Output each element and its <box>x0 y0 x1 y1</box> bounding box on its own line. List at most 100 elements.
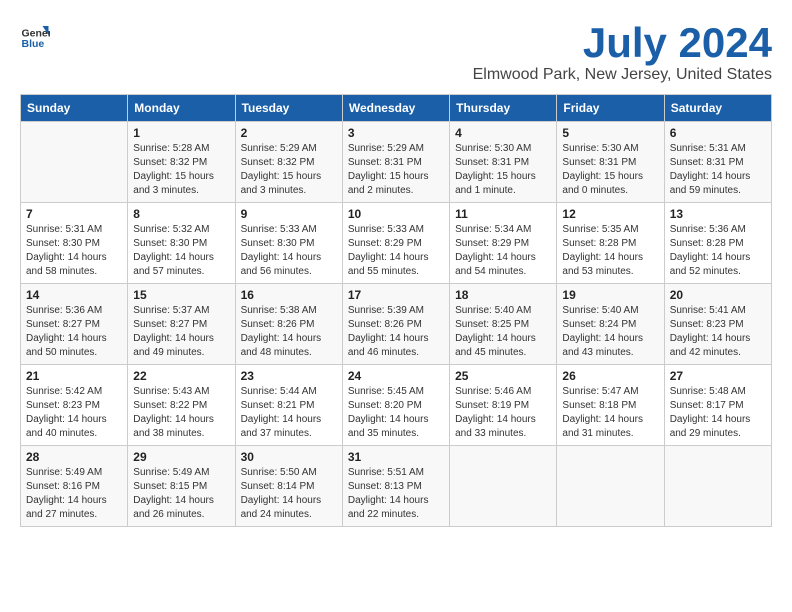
day-number: 6 <box>670 126 766 140</box>
day-info: Sunrise: 5:50 AM Sunset: 8:14 PM Dayligh… <box>241 466 337 522</box>
day-cell: 31Sunrise: 5:51 AM Sunset: 8:13 PM Dayli… <box>342 446 449 527</box>
day-info: Sunrise: 5:37 AM Sunset: 8:27 PM Dayligh… <box>133 304 229 360</box>
logo: General Blue <box>20 20 50 50</box>
day-info: Sunrise: 5:48 AM Sunset: 8:17 PM Dayligh… <box>670 385 766 441</box>
day-cell: 27 Sunrise: 5:48 AM Sunset: 8:17 PM Dayli… <box>664 365 771 446</box>
calendar-header-row: SundayMondayTuesdayWednesdayThursdayFrid… <box>21 95 772 122</box>
day-info: Sunrise: 5:51 AM Sunset: 8:13 PM Dayligh… <box>348 466 444 522</box>
day-cell: 23 Sunrise: 5:44 AM Sunset: 8:21 PM Dayli… <box>235 365 342 446</box>
week-row-1: 1 Sunrise: 5:28 AM Sunset: 8:32 PM Daylig… <box>21 122 772 203</box>
day-cell <box>21 122 128 203</box>
day-number: 25 <box>455 369 551 383</box>
day-cell <box>557 446 664 527</box>
week-row-4: 21Sunrise: 5:42 AM Sunset: 8:23 PM Dayli… <box>21 365 772 446</box>
day-info: Sunrise: 5:30 AM Sunset: 8:31 PM Dayligh… <box>562 142 658 198</box>
day-info: Sunrise: 5:34 AM Sunset: 8:29 PM Dayligh… <box>455 223 551 279</box>
day-info: Sunrise: 5:29 AM Sunset: 8:31 PM Dayligh… <box>348 142 444 198</box>
month-title: July 2024 <box>473 20 772 66</box>
day-info: Sunrise: 5:35 AM Sunset: 8:28 PM Dayligh… <box>562 223 658 279</box>
day-info: Sunrise: 5:36 AM Sunset: 8:28 PM Dayligh… <box>670 223 766 279</box>
day-cell: 15 Sunrise: 5:37 AM Sunset: 8:27 PM Dayli… <box>128 284 235 365</box>
day-number: 4 <box>455 126 551 140</box>
day-cell: 13Sunrise: 5:36 AM Sunset: 8:28 PM Dayli… <box>664 203 771 284</box>
day-cell: 10 Sunrise: 5:33 AM Sunset: 8:29 PM Dayli… <box>342 203 449 284</box>
svg-text:Blue: Blue <box>22 38 45 50</box>
day-info: Sunrise: 5:33 AM Sunset: 8:29 PM Dayligh… <box>348 223 444 279</box>
day-cell: 25 Sunrise: 5:46 AM Sunset: 8:19 PM Dayli… <box>450 365 557 446</box>
day-cell: 22 Sunrise: 5:43 AM Sunset: 8:22 PM Dayli… <box>128 365 235 446</box>
day-cell <box>664 446 771 527</box>
day-info: Sunrise: 5:49 AM Sunset: 8:15 PM Dayligh… <box>133 466 229 522</box>
day-cell: 12 Sunrise: 5:35 AM Sunset: 8:28 PM Dayli… <box>557 203 664 284</box>
day-number: 16 <box>241 288 337 302</box>
day-number: 20 <box>670 288 766 302</box>
logo-icon: General Blue <box>20 20 50 50</box>
day-cell: 16Sunrise: 5:38 AM Sunset: 8:26 PM Dayli… <box>235 284 342 365</box>
day-number: 3 <box>348 126 444 140</box>
day-info: Sunrise: 5:47 AM Sunset: 8:18 PM Dayligh… <box>562 385 658 441</box>
day-number: 7 <box>26 207 122 221</box>
day-cell: 21Sunrise: 5:42 AM Sunset: 8:23 PM Dayli… <box>21 365 128 446</box>
day-info: Sunrise: 5:42 AM Sunset: 8:23 PM Dayligh… <box>26 385 122 441</box>
day-info: Sunrise: 5:49 AM Sunset: 8:16 PM Dayligh… <box>26 466 122 522</box>
day-info: Sunrise: 5:30 AM Sunset: 8:31 PM Dayligh… <box>455 142 551 198</box>
header-day-tuesday: Tuesday <box>235 95 342 122</box>
day-number: 8 <box>133 207 229 221</box>
title-section: July 2024 Elmwood Park, New Jersey, Unit… <box>473 20 772 84</box>
day-info: Sunrise: 5:46 AM Sunset: 8:19 PM Dayligh… <box>455 385 551 441</box>
day-number: 5 <box>562 126 658 140</box>
day-number: 15 <box>133 288 229 302</box>
day-number: 19 <box>562 288 658 302</box>
week-row-3: 14Sunrise: 5:36 AM Sunset: 8:27 PM Dayli… <box>21 284 772 365</box>
day-info: Sunrise: 5:44 AM Sunset: 8:21 PM Dayligh… <box>241 385 337 441</box>
day-cell: 26 Sunrise: 5:47 AM Sunset: 8:18 PM Dayli… <box>557 365 664 446</box>
day-number: 29 <box>133 450 229 464</box>
day-info: Sunrise: 5:43 AM Sunset: 8:22 PM Dayligh… <box>133 385 229 441</box>
day-cell: 29 Sunrise: 5:49 AM Sunset: 8:15 PM Dayli… <box>128 446 235 527</box>
day-number: 26 <box>562 369 658 383</box>
day-number: 22 <box>133 369 229 383</box>
week-row-2: 7Sunrise: 5:31 AM Sunset: 8:30 PM Daylig… <box>21 203 772 284</box>
calendar-table: SundayMondayTuesdayWednesdayThursdayFrid… <box>20 94 772 527</box>
day-cell: 5 Sunrise: 5:30 AM Sunset: 8:31 PM Daylig… <box>557 122 664 203</box>
day-info: Sunrise: 5:33 AM Sunset: 8:30 PM Dayligh… <box>241 223 337 279</box>
day-number: 24 <box>348 369 444 383</box>
day-number: 10 <box>348 207 444 221</box>
day-cell: 19Sunrise: 5:40 AM Sunset: 8:24 PM Dayli… <box>557 284 664 365</box>
day-cell: 14Sunrise: 5:36 AM Sunset: 8:27 PM Dayli… <box>21 284 128 365</box>
week-row-5: 28 Sunrise: 5:49 AM Sunset: 8:16 PM Dayli… <box>21 446 772 527</box>
day-number: 23 <box>241 369 337 383</box>
day-cell: 9 Sunrise: 5:33 AM Sunset: 8:30 PM Daylig… <box>235 203 342 284</box>
day-cell: 4 Sunrise: 5:30 AM Sunset: 8:31 PM Daylig… <box>450 122 557 203</box>
day-info: Sunrise: 5:31 AM Sunset: 8:31 PM Dayligh… <box>670 142 766 198</box>
day-number: 28 <box>26 450 122 464</box>
day-cell: 24Sunrise: 5:45 AM Sunset: 8:20 PM Dayli… <box>342 365 449 446</box>
header-day-monday: Monday <box>128 95 235 122</box>
header-day-friday: Friday <box>557 95 664 122</box>
day-info: Sunrise: 5:28 AM Sunset: 8:32 PM Dayligh… <box>133 142 229 198</box>
day-number: 9 <box>241 207 337 221</box>
day-info: Sunrise: 5:41 AM Sunset: 8:23 PM Dayligh… <box>670 304 766 360</box>
day-cell: 7Sunrise: 5:31 AM Sunset: 8:30 PM Daylig… <box>21 203 128 284</box>
header-day-wednesday: Wednesday <box>342 95 449 122</box>
day-number: 18 <box>455 288 551 302</box>
day-cell: 3 Sunrise: 5:29 AM Sunset: 8:31 PM Daylig… <box>342 122 449 203</box>
day-cell: 28 Sunrise: 5:49 AM Sunset: 8:16 PM Dayli… <box>21 446 128 527</box>
location-title: Elmwood Park, New Jersey, United States <box>473 66 772 84</box>
day-cell: 20 Sunrise: 5:41 AM Sunset: 8:23 PM Dayli… <box>664 284 771 365</box>
day-cell: 30Sunrise: 5:50 AM Sunset: 8:14 PM Dayli… <box>235 446 342 527</box>
header-day-thursday: Thursday <box>450 95 557 122</box>
day-number: 27 <box>670 369 766 383</box>
header-day-sunday: Sunday <box>21 95 128 122</box>
day-info: Sunrise: 5:29 AM Sunset: 8:32 PM Dayligh… <box>241 142 337 198</box>
day-number: 12 <box>562 207 658 221</box>
day-info: Sunrise: 5:32 AM Sunset: 8:30 PM Dayligh… <box>133 223 229 279</box>
day-info: Sunrise: 5:39 AM Sunset: 8:26 PM Dayligh… <box>348 304 444 360</box>
day-number: 2 <box>241 126 337 140</box>
day-info: Sunrise: 5:40 AM Sunset: 8:25 PM Dayligh… <box>455 304 551 360</box>
day-number: 1 <box>133 126 229 140</box>
day-cell: 2 Sunrise: 5:29 AM Sunset: 8:32 PM Daylig… <box>235 122 342 203</box>
day-cell <box>450 446 557 527</box>
day-cell: 11Sunrise: 5:34 AM Sunset: 8:29 PM Dayli… <box>450 203 557 284</box>
day-cell: 17Sunrise: 5:39 AM Sunset: 8:26 PM Dayli… <box>342 284 449 365</box>
